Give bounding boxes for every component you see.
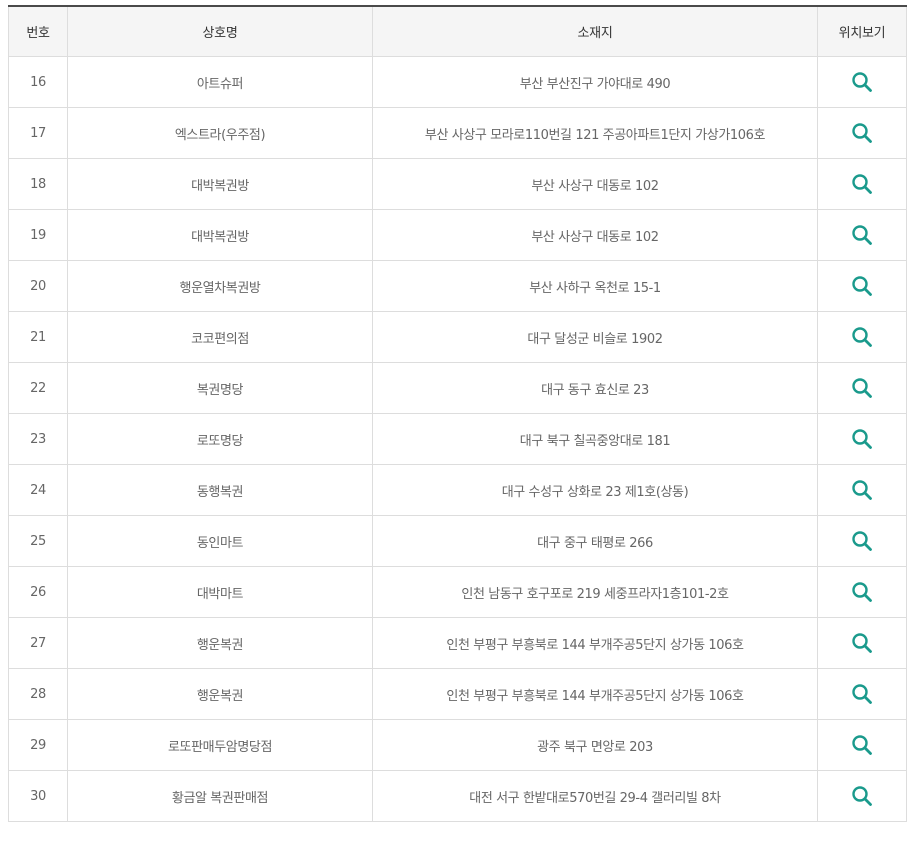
row-address: 부산 사상구 대동로 102: [372, 158, 818, 210]
row-store-name: 행운열차복권방: [67, 260, 373, 312]
header-location-view: 위치보기: [817, 6, 907, 57]
row-location-cell: [817, 209, 907, 261]
store-table: 번호 상호명 소재지 위치보기 16 아트슈퍼 부산 부산진구 가야대로 490 17…: [8, 5, 907, 822]
row-location-cell: [817, 107, 907, 159]
row-number: 26: [8, 566, 68, 618]
row-address: 대구 수성구 상화로 23 제1호(상동): [372, 464, 818, 516]
row-store-name: 대박마트: [67, 566, 373, 618]
row-address: 광주 북구 면앙로 203: [372, 719, 818, 771]
magnifier-icon[interactable]: [851, 326, 873, 348]
magnifier-icon[interactable]: [851, 683, 873, 705]
row-number: 17: [8, 107, 68, 159]
magnifier-icon[interactable]: [851, 530, 873, 552]
row-address: 대구 북구 칠곡중앙대로 181: [372, 413, 818, 465]
row-store-name: 복권명당: [67, 362, 373, 414]
row-location-cell: [817, 566, 907, 618]
table-body: 16 아트슈퍼 부산 부산진구 가야대로 490 17 엑스트라(우주점) 부산 사상구 …: [8, 56, 907, 822]
row-address: 대구 중구 태평로 266: [372, 515, 818, 567]
row-store-name: 코코편의점: [67, 311, 373, 363]
magnifier-icon[interactable]: [851, 275, 873, 297]
row-store-name: 대박복권방: [67, 158, 373, 210]
table-row: 17 엑스트라(우주점) 부산 사상구 모라로110번길 121 주공아파트1단지 …: [8, 107, 907, 159]
row-location-cell: [817, 719, 907, 771]
table-row: 22 복권명당 대구 동구 효신로 23: [8, 362, 907, 414]
magnifier-icon[interactable]: [851, 173, 873, 195]
magnifier-icon[interactable]: [851, 632, 873, 654]
table-row: 18 대박복권방 부산 사상구 대동로 102: [8, 158, 907, 210]
row-address: 부산 부산진구 가야대로 490: [372, 56, 818, 108]
table-row: 25 동인마트 대구 중구 태평로 266: [8, 515, 907, 567]
row-address: 인천 부평구 부흥북로 144 부개주공5단지 상가동 106호: [372, 668, 818, 720]
header-number: 번호: [8, 6, 68, 57]
table-row: 27 행운복권 인천 부평구 부흥북로 144 부개주공5단지 상가동 106호: [8, 617, 907, 669]
row-number: 23: [8, 413, 68, 465]
row-location-cell: [817, 464, 907, 516]
table-row: 24 동행복권 대구 수성구 상화로 23 제1호(상동): [8, 464, 907, 516]
row-location-cell: [817, 413, 907, 465]
row-store-name: 동행복권: [67, 464, 373, 516]
table-row: 28 행운복권 인천 부평구 부흥북로 144 부개주공5단지 상가동 106호: [8, 668, 907, 720]
table-header-row: 번호 상호명 소재지 위치보기: [8, 6, 907, 57]
row-location-cell: [817, 770, 907, 822]
row-location-cell: [817, 260, 907, 312]
row-store-name: 대박복권방: [67, 209, 373, 261]
header-store-name: 상호명: [67, 6, 373, 57]
row-address: 부산 사하구 옥천로 15-1: [372, 260, 818, 312]
magnifier-icon[interactable]: [851, 224, 873, 246]
row-number: 21: [8, 311, 68, 363]
row-store-name: 황금알 복권판매점: [67, 770, 373, 822]
magnifier-icon[interactable]: [851, 428, 873, 450]
row-address: 대전 서구 한밭대로570번길 29-4 갤러리빌 8차: [372, 770, 818, 822]
row-address: 대구 동구 효신로 23: [372, 362, 818, 414]
row-store-name: 로또판매두암명당점: [67, 719, 373, 771]
row-address: 인천 부평구 부흥북로 144 부개주공5단지 상가동 106호: [372, 617, 818, 669]
magnifier-icon[interactable]: [851, 785, 873, 807]
row-number: 22: [8, 362, 68, 414]
row-number: 24: [8, 464, 68, 516]
row-number: 20: [8, 260, 68, 312]
row-address: 대구 달성군 비슬로 1902: [372, 311, 818, 363]
row-store-name: 엑스트라(우주점): [67, 107, 373, 159]
row-location-cell: [817, 56, 907, 108]
store-table-container: 번호 상호명 소재지 위치보기 16 아트슈퍼 부산 부산진구 가야대로 490 17…: [8, 5, 907, 822]
row-store-name: 행운복권: [67, 668, 373, 720]
table-row: 19 대박복권방 부산 사상구 대동로 102: [8, 209, 907, 261]
magnifier-icon[interactable]: [851, 122, 873, 144]
header-address: 소재지: [372, 6, 818, 57]
row-address: 부산 사상구 모라로110번길 121 주공아파트1단지 가상가106호: [372, 107, 818, 159]
table-row: 21 코코편의점 대구 달성군 비슬로 1902: [8, 311, 907, 363]
row-location-cell: [817, 158, 907, 210]
row-number: 18: [8, 158, 68, 210]
magnifier-icon[interactable]: [851, 581, 873, 603]
magnifier-icon[interactable]: [851, 71, 873, 93]
row-location-cell: [817, 362, 907, 414]
row-store-name: 아트슈퍼: [67, 56, 373, 108]
table-row: 23 로또명당 대구 북구 칠곡중앙대로 181: [8, 413, 907, 465]
row-address: 인천 남동구 호구포로 219 세중프라자1층101-2호: [372, 566, 818, 618]
magnifier-icon[interactable]: [851, 377, 873, 399]
row-number: 19: [8, 209, 68, 261]
row-address: 부산 사상구 대동로 102: [372, 209, 818, 261]
row-number: 28: [8, 668, 68, 720]
table-row: 29 로또판매두암명당점 광주 북구 면앙로 203: [8, 719, 907, 771]
row-number: 16: [8, 56, 68, 108]
table-row: 30 황금알 복권판매점 대전 서구 한밭대로570번길 29-4 갤러리빌 8차: [8, 770, 907, 822]
row-number: 27: [8, 617, 68, 669]
magnifier-icon[interactable]: [851, 734, 873, 756]
row-store-name: 동인마트: [67, 515, 373, 567]
row-store-name: 행운복권: [67, 617, 373, 669]
row-number: 29: [8, 719, 68, 771]
table-row: 26 대박마트 인천 남동구 호구포로 219 세중프라자1층101-2호: [8, 566, 907, 618]
table-row: 16 아트슈퍼 부산 부산진구 가야대로 490: [8, 56, 907, 108]
row-location-cell: [817, 515, 907, 567]
row-location-cell: [817, 311, 907, 363]
row-number: 30: [8, 770, 68, 822]
row-location-cell: [817, 617, 907, 669]
row-number: 25: [8, 515, 68, 567]
magnifier-icon[interactable]: [851, 479, 873, 501]
row-location-cell: [817, 668, 907, 720]
row-store-name: 로또명당: [67, 413, 373, 465]
table-row: 20 행운열차복권방 부산 사하구 옥천로 15-1: [8, 260, 907, 312]
